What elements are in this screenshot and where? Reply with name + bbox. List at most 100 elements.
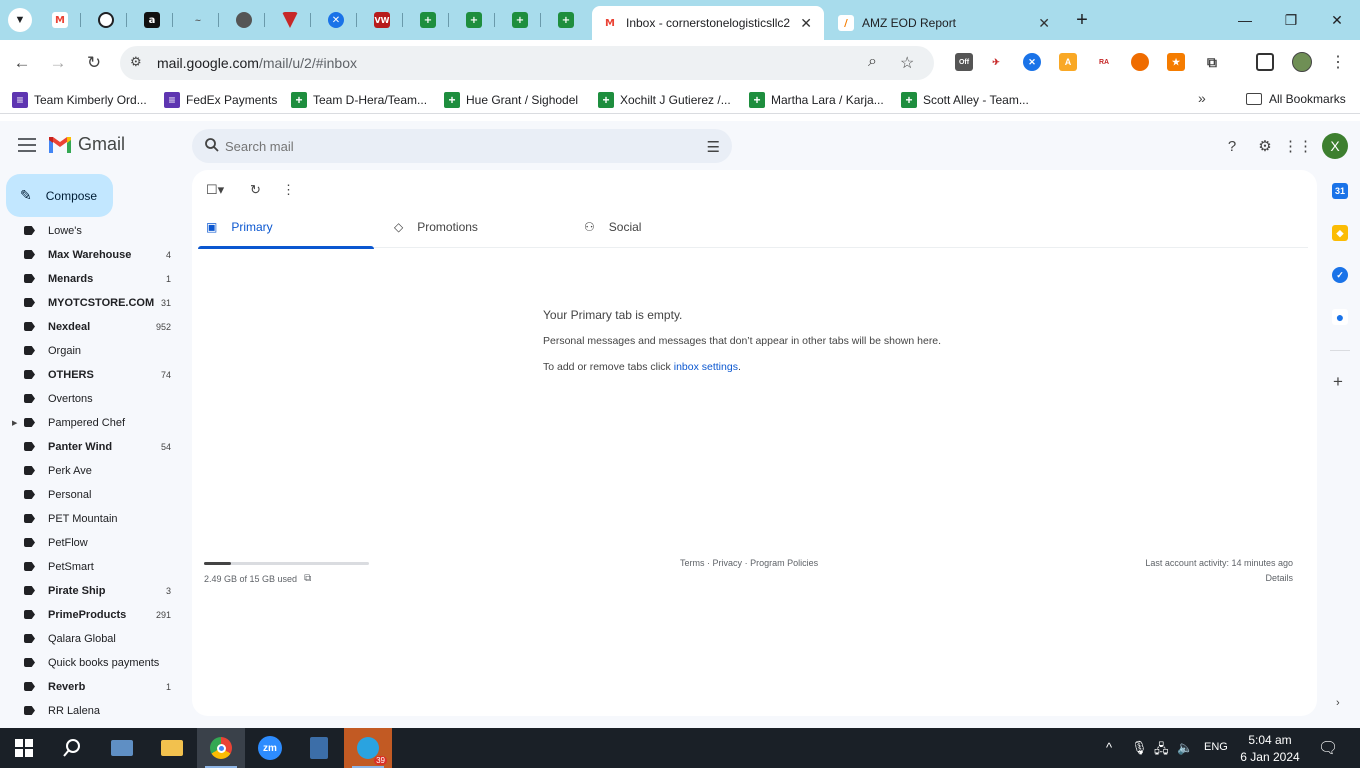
network-icon[interactable]: 🖧 (1154, 740, 1169, 762)
side-panel-icon[interactable] (1256, 53, 1274, 71)
window-close-icon[interactable]: ✕ (1325, 8, 1349, 32)
sidebar-label-item[interactable]: Lowe's (0, 221, 188, 243)
external-link-icon[interactable]: ⧉ (304, 573, 311, 584)
bookmark-item[interactable]: + Xochilt J Gutierez /... (598, 92, 731, 108)
search-bar[interactable]: ☰ (192, 129, 732, 163)
microphone-icon[interactable]: 🎙 (1131, 740, 1148, 756)
extension-scout-icon[interactable]: A (1059, 53, 1077, 71)
tab-amz-eod-report[interactable]: / AMZ EOD Report ✕ (828, 6, 1062, 40)
tray-overflow-icon[interactable]: ^ (1106, 740, 1112, 755)
sidebar-label-item[interactable]: Orgain (0, 339, 188, 363)
google-apps-icon[interactable]: ⋮⋮ (1283, 136, 1313, 156)
more-options-icon[interactable]: ⋮ (282, 182, 295, 198)
bookmark-item[interactable]: + Scott Alley - Team... (901, 92, 1029, 108)
taskbar-search[interactable] (48, 728, 96, 768)
tab-promotions[interactable]: ◇ Promotions (394, 206, 570, 248)
language-indicator[interactable]: ENG (1204, 741, 1228, 753)
site-settings-icon[interactable]: ⚙ (130, 54, 142, 70)
taskbar-telegram[interactable]: 39 (344, 728, 392, 768)
sidebar-label-item[interactable]: Max Warehouse 4 (0, 243, 188, 267)
pinned-tab-amazon[interactable]: a (140, 8, 164, 32)
chevron-right-icon[interactable]: › (1336, 697, 1340, 709)
support-icon[interactable]: ? (1222, 136, 1242, 156)
sidebar-label-item[interactable]: ▶ Pampered Chef (0, 411, 188, 435)
taskbar-remote-desktop[interactable] (98, 728, 146, 768)
main-menu-icon[interactable] (18, 138, 36, 152)
start-button[interactable] (0, 728, 48, 768)
sidebar-label-item[interactable]: Personal (0, 483, 188, 507)
minimize-icon[interactable]: — (1233, 8, 1257, 32)
restore-icon[interactable]: ❐ (1279, 8, 1303, 32)
pinned-tab-globe[interactable] (232, 8, 256, 32)
refresh-icon[interactable]: ↻ (250, 182, 261, 198)
tab-gmail-inbox[interactable]: M Inbox - cornerstonelogisticsllc2 ✕ (592, 6, 824, 40)
terms-link[interactable]: Terms (680, 558, 705, 568)
sidebar-label-item[interactable]: Qalara Global (0, 627, 188, 651)
tasks-icon[interactable]: ✓ (1332, 267, 1348, 283)
sidebar-label-item[interactable]: Perk Ave (0, 459, 188, 483)
sidebar-label-item[interactable]: Menards 1 (0, 267, 188, 291)
reload-icon[interactable]: ↻ (82, 51, 106, 75)
sidebar-label-item[interactable]: PrimeProducts 291 (0, 603, 188, 627)
notifications-icon[interactable]: 🗨 (1318, 738, 1338, 758)
tab-social[interactable]: ⚇ Social (584, 206, 760, 248)
bookmark-item[interactable]: + Martha Lara / Karja... (749, 92, 884, 108)
tab-primary[interactable]: ▣ Primary (198, 206, 374, 249)
pinned-tab-gmail[interactable]: M (48, 8, 72, 32)
privacy-link[interactable]: Privacy (713, 558, 743, 568)
taskbar-zoom[interactable]: zm (246, 728, 294, 768)
extensions-puzzle-icon[interactable]: ⧉ (1203, 53, 1221, 71)
extension-circle-icon[interactable] (1131, 53, 1149, 71)
contacts-icon[interactable]: ● (1332, 309, 1348, 325)
address-bar[interactable]: ⚙ mail.google.com/mail/u/2/#inbox ⌕ ☆ (120, 46, 934, 80)
bookmark-item[interactable]: ≡ FedEx Payments (164, 92, 277, 108)
close-icon[interactable]: ✕ (1038, 15, 1050, 32)
forward-icon[interactable]: → (46, 51, 70, 75)
pinned-tab-app[interactable]: ✕ (324, 8, 348, 32)
clock[interactable]: 5:04 am 6 Jan 2024 (1237, 732, 1303, 766)
all-bookmarks-button[interactable]: All Bookmarks (1246, 92, 1346, 106)
profile-avatar[interactable] (1292, 52, 1312, 72)
extension-off-icon[interactable]: Off (955, 53, 973, 71)
inbox-settings-link[interactable]: inbox settings (674, 361, 738, 373)
gmail-logo[interactable]: Gmail (48, 134, 125, 155)
search-icon[interactable] (204, 137, 220, 153)
extension-star-icon[interactable]: ★ (1167, 53, 1185, 71)
back-icon[interactable]: ← (10, 51, 34, 75)
sidebar-label-item[interactable]: Panter Wind 54 (0, 435, 188, 459)
pinned-tab-shield[interactable] (278, 8, 302, 32)
taskbar-calculator[interactable] (295, 728, 343, 768)
settings-gear-icon[interactable]: ⚙ (1255, 136, 1275, 156)
calendar-icon[interactable]: 31 (1332, 183, 1348, 199)
details-link[interactable]: Details (1265, 573, 1293, 583)
zoom-icon[interactable]: ⌕ (868, 53, 877, 71)
pinned-tab-sheets-1[interactable]: + (416, 8, 440, 32)
pinned-tab-sheets-2[interactable]: + (462, 8, 486, 32)
sidebar-label-item[interactable]: Nexdeal 952 (0, 315, 188, 339)
pinned-tab-chatgpt[interactable] (94, 8, 118, 32)
volume-icon[interactable]: 🔈 (1177, 740, 1193, 756)
search-input[interactable] (225, 139, 665, 154)
search-options-icon[interactable]: ☰ (707, 138, 720, 156)
add-addon-icon[interactable]: + (1333, 372, 1343, 392)
pinned-tab-vw[interactable]: VW (370, 8, 394, 32)
sidebar-label-item[interactable]: Pirate Ship 3 (0, 579, 188, 603)
more-bookmarks-icon[interactable]: » (1198, 90, 1206, 106)
sidebar-label-item[interactable]: Quick books payments (0, 651, 188, 675)
taskbar-file-explorer[interactable] (148, 728, 196, 768)
extension-alert-icon[interactable]: RA (1095, 53, 1113, 71)
sidebar-label-item[interactable]: Reverb 1 (0, 675, 188, 699)
extension-app-icon[interactable]: ✕ (1023, 53, 1041, 71)
sidebar-label-item[interactable]: PetSmart (0, 555, 188, 579)
taskbar-chrome[interactable] (197, 728, 245, 768)
keep-icon[interactable]: ◆ (1332, 225, 1348, 241)
bookmark-item[interactable]: + Team D-Hera/Team... (291, 92, 427, 108)
extension-plane-icon[interactable]: ✈ (987, 53, 1005, 71)
select-checkbox[interactable]: ☐▾ (206, 182, 224, 198)
program-policies-link[interactable]: Program Policies (750, 558, 818, 568)
pinned-tab-site[interactable]: ~ (186, 8, 210, 32)
sidebar-label-item[interactable]: RR Lalena (0, 699, 188, 723)
expand-caret-icon[interactable]: ▶ (12, 419, 17, 427)
close-icon[interactable]: ✕ (800, 15, 812, 32)
bookmark-item[interactable]: ≡ Team Kimberly Ord... (12, 92, 147, 108)
